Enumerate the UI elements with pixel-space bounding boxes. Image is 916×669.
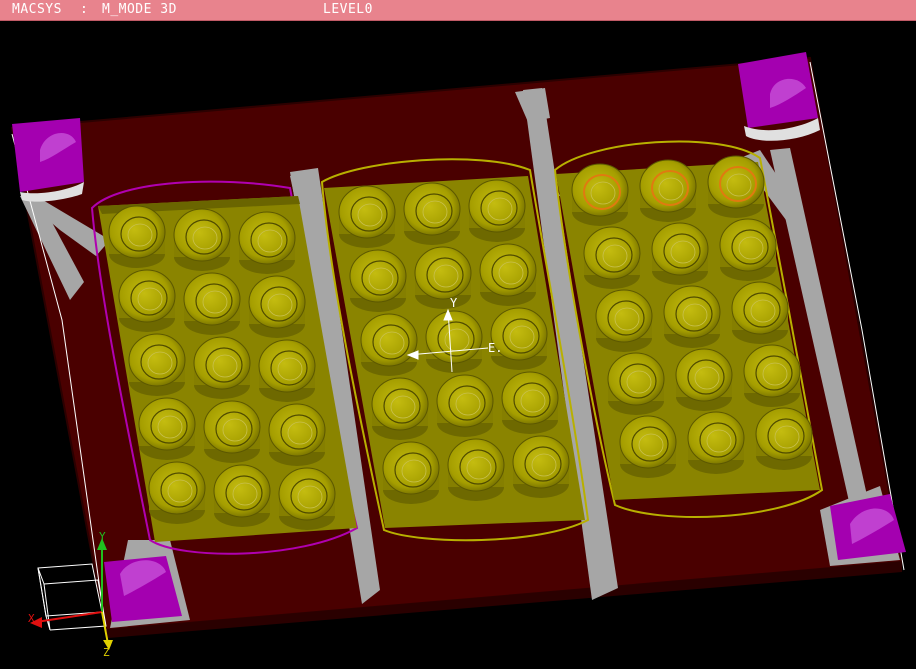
cavity-cell[interactable] [148,461,206,524]
cavity-cell[interactable] [248,275,306,338]
cavity-cell[interactable] [213,464,271,527]
cavity-cell[interactable] [607,352,665,415]
cavity-cell[interactable] [583,226,641,289]
cavity-cell[interactable] [118,269,176,332]
cavity-cell[interactable] [619,415,677,478]
cavity-cell[interactable] [755,407,813,470]
app-name: MACSYS [12,2,62,17]
cavity-cell[interactable] [719,218,777,281]
cavity-cell[interactable] [501,371,559,434]
cavity-cell[interactable] [414,246,472,309]
cavity-cell[interactable] [403,182,461,245]
cavity-cell[interactable] [663,285,721,348]
cavity-cell[interactable] [338,185,396,248]
cavity-cell[interactable] [468,179,526,242]
cavity-cell[interactable] [512,435,570,498]
level-label: LEVEL0 [323,2,373,17]
title-separator: : [80,2,89,17]
cavity-cell[interactable] [360,313,418,376]
cavity-cell[interactable] [349,249,407,312]
cavity-cell[interactable] [173,208,231,271]
cavity-cell[interactable] [138,397,196,460]
triad-y-label: Y [99,530,106,543]
triad-x-label: X [28,612,35,625]
cavity-cell[interactable] [447,438,505,501]
cavity-cell[interactable] [707,155,765,218]
cavity-cell[interactable] [382,441,440,504]
clamp-bottom-right[interactable] [830,494,906,560]
cavity-cell[interactable] [238,211,296,274]
cavity-cell[interactable] [108,205,166,268]
cavity-cell[interactable] [371,377,429,440]
cavity-cell[interactable] [183,272,241,335]
cavity-cell[interactable] [278,467,336,530]
cavity-cell[interactable] [651,222,709,285]
cavity-cell[interactable] [128,333,186,396]
title-bar: MACSYS : M_MODE 3D LEVEL0 [0,0,916,21]
cavity-cell[interactable] [639,159,697,222]
view-axis-y-label: Y [450,296,458,310]
cavity-cell[interactable] [571,163,629,226]
cavity-cell[interactable] [268,403,326,466]
cavity-cell[interactable] [479,243,537,306]
cavity-cell[interactable] [203,400,261,463]
cavity-cell[interactable] [675,348,733,411]
mode-label: M_MODE 3D [102,2,177,17]
cavity-cell[interactable] [731,281,789,344]
3d-viewport[interactable]: Y E. Y X Z [0,21,916,665]
cavity-cell[interactable] [436,374,494,437]
cavity-cell[interactable] [258,339,316,402]
cavity-cell[interactable] [743,344,801,407]
cavity-cell[interactable] [193,336,251,399]
view-axis-e-label: E. [488,341,502,355]
cavity-cell[interactable] [425,310,483,373]
cavity-cell[interactable] [490,307,548,370]
cavity-cell[interactable] [595,289,653,352]
cavity-cell[interactable] [687,411,745,474]
triad-z-label: Z [103,646,110,659]
